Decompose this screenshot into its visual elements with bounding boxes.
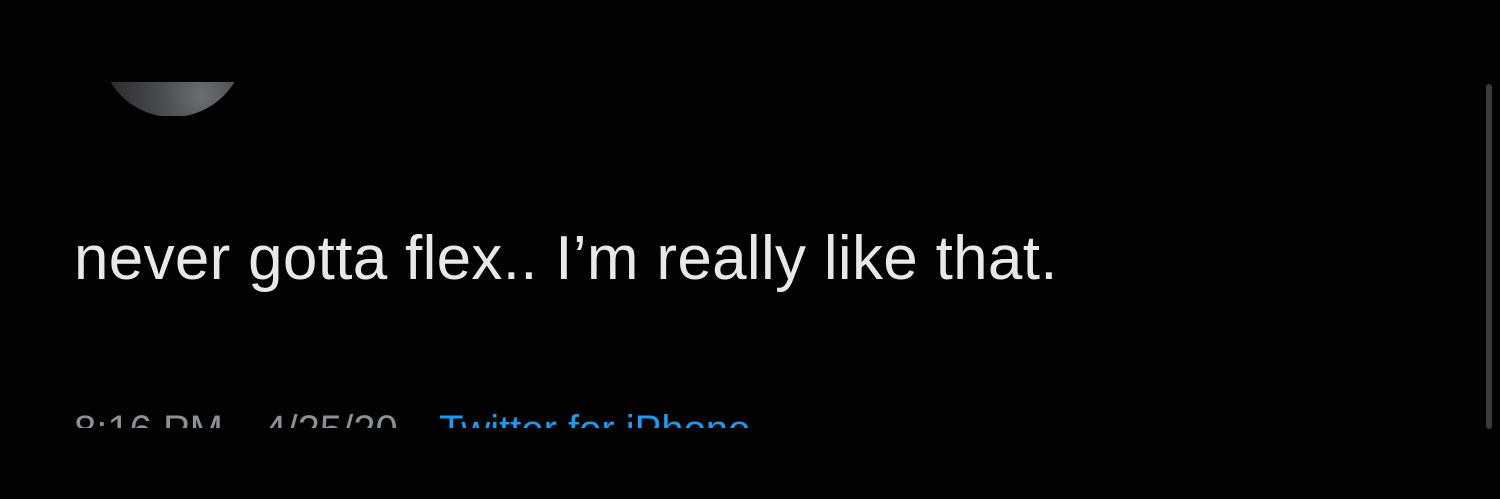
meta-separator: · (398, 408, 439, 428)
tweet-text: never gotta flex.. I’m really like that. (74, 224, 1058, 293)
tweet-metadata-line: 8:16 PM·4/25/20·Twitter for iPhone (74, 406, 750, 428)
avatar-container[interactable] (100, 82, 245, 116)
tweet-date: 4/25/20 (264, 408, 397, 428)
tweet-detail-view: never gotta flex.. I’m really like that.… (0, 0, 1500, 499)
tweet-source-link[interactable]: Twitter for iPhone (439, 408, 750, 428)
tweet-metadata: 8:16 PM·4/25/20·Twitter for iPhone (74, 404, 1074, 428)
scrollbar[interactable] (1486, 84, 1492, 429)
avatar[interactable] (100, 82, 245, 116)
meta-separator: · (223, 408, 264, 428)
tweet-time: 8:16 PM (74, 408, 223, 428)
